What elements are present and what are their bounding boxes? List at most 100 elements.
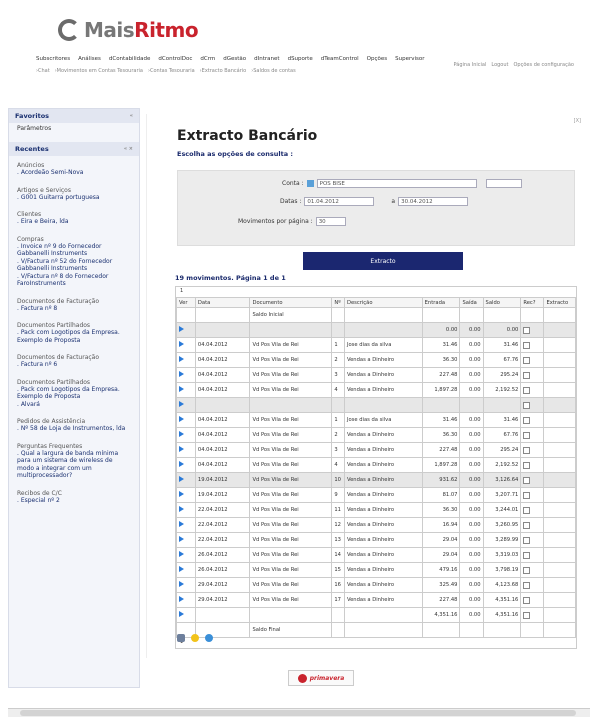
table-row[interactable]: 04.04.2012 Vd Pos Vila de Rei 3 Vendas a Di…	[176, 442, 576, 458]
rec-checkbox[interactable]	[523, 431, 531, 439]
mov-input[interactable]: 30	[315, 217, 346, 226]
recent-item[interactable]: . Nº 58 de Loja de Instrumentos, lda	[17, 425, 131, 433]
table-row[interactable]: 04.04.2012 Vd Pos Vila de Rei 2 Vendas a Di…	[176, 427, 576, 443]
rec-checkbox[interactable]	[523, 341, 531, 349]
flag-icon[interactable]	[179, 506, 184, 512]
nav-item[interactable]: dContabilidade	[109, 56, 151, 62]
conta-extra-input[interactable]	[485, 179, 522, 188]
horizontal-scrollbar[interactable]	[8, 708, 590, 717]
flag-icon[interactable]	[179, 611, 184, 617]
nav-item[interactable]: Supervisor	[395, 56, 424, 62]
rec-checkbox[interactable]	[523, 596, 531, 604]
table-row[interactable]: 19.04.2012 Vd Pos Vila de Rei 10 Vendas a D…	[176, 472, 576, 488]
table-row[interactable]: Saldo Inicial	[176, 307, 576, 323]
flag-icon[interactable]	[179, 521, 184, 527]
top-link[interactable]: Logout	[491, 62, 508, 68]
recent-item[interactable]: . Eira e Beira, lda	[17, 218, 131, 226]
recent-item[interactable]: . Alvará	[17, 401, 131, 409]
table-row[interactable]: 04.04.2012 Vd Pos Vila de Rei 1 Jose dias d…	[176, 337, 576, 353]
nav-item[interactable]: dControlDoc	[158, 56, 192, 62]
flag-icon[interactable]	[179, 461, 184, 467]
date-from-input[interactable]: 01.04.2012	[304, 197, 375, 206]
flag-icon[interactable]	[179, 371, 184, 377]
recent-item[interactable]: . Factura nº 6	[17, 361, 131, 369]
nav-item[interactable]: dTeamControl	[321, 56, 359, 62]
table-row[interactable]: 0.00 0.00 0.00	[176, 322, 576, 338]
nav-item[interactable]: dIntranet	[254, 56, 279, 62]
pager-bottom[interactable]: 1	[176, 638, 576, 648]
breadcrumb-item[interactable]: ›Movimentos em Contas Tesouraria	[55, 68, 143, 74]
rec-checkbox[interactable]	[523, 491, 531, 499]
rec-checkbox[interactable]	[523, 416, 531, 424]
recent-item[interactable]: Exemplo de Proposta	[17, 393, 131, 401]
rec-checkbox[interactable]	[523, 566, 531, 574]
recent-item[interactable]: . Pack com Logotipos da Empresa.	[17, 386, 131, 394]
flag-icon[interactable]	[179, 476, 184, 482]
table-row[interactable]: 04.04.2012 Vd Pos Vila de Rei 4 Vendas a Di…	[176, 382, 576, 398]
table-row[interactable]: 19.04.2012 Vd Pos Vila de Rei 9 Vendas a Di…	[176, 487, 576, 503]
flag-icon[interactable]	[179, 581, 184, 587]
nav-item[interactable]: Subscritores	[36, 56, 70, 62]
top-link[interactable]: Opções de configuração	[514, 62, 575, 68]
nav-item[interactable]: dSuporte	[288, 56, 313, 62]
account-lookup-icon[interactable]	[306, 180, 314, 187]
nav-item[interactable]: dCrm	[200, 56, 215, 62]
flag-icon[interactable]	[179, 446, 184, 452]
flag-icon[interactable]	[179, 326, 184, 332]
flag-icon[interactable]	[179, 386, 184, 392]
table-row[interactable]: 29.04.2012 Vd Pos Vila de Rei 16 Vendas a D…	[176, 577, 576, 593]
breadcrumb-item[interactable]: ›Saldos de contas	[251, 68, 296, 74]
breadcrumb-item[interactable]: ›Contas Tesouraria	[148, 68, 195, 74]
rec-checkbox[interactable]	[523, 536, 531, 544]
table-row[interactable]: 29.04.2012 Vd Pos Vila de Rei 17 Vendas a D…	[176, 592, 576, 608]
star-icon[interactable]	[191, 634, 199, 642]
top-link[interactable]: Página Inicial	[454, 62, 487, 68]
recent-item[interactable]: Exemplo de Proposta	[17, 337, 131, 345]
collapse-icon[interactable]: «	[130, 113, 133, 119]
table-row[interactable]: 26.04.2012 Vd Pos Vila de Rei 14 Vendas a D…	[176, 547, 576, 563]
table-row[interactable]: 26.04.2012 Vd Pos Vila de Rei 15 Vendas a D…	[176, 562, 576, 578]
table-row[interactable]: Saldo Final	[176, 622, 576, 638]
rec-checkbox[interactable]	[523, 386, 531, 394]
rec-checkbox[interactable]	[523, 551, 531, 559]
table-row[interactable]: 4,351.16 0.00 4,351.16	[176, 607, 576, 623]
rec-checkbox[interactable]	[523, 506, 531, 514]
recent-item[interactable]: . G001 Guitarra portuguesa	[17, 194, 131, 202]
rec-checkbox[interactable]	[523, 401, 531, 409]
recent-item[interactable]: . Pack com Logotipos da Empresa.	[17, 329, 131, 337]
table-row[interactable]: 04.04.2012 Vd Pos Vila de Rei 2 Vendas a Di…	[176, 352, 576, 368]
flag-icon[interactable]	[179, 491, 184, 497]
breadcrumb-item[interactable]: ›Chat	[36, 68, 50, 74]
rec-checkbox[interactable]	[523, 461, 531, 469]
table-row[interactable]: 22.04.2012 Vd Pos Vila de Rei 13 Vendas a D…	[176, 532, 576, 548]
breadcrumb-item[interactable]: ›Extracto Bancário	[200, 68, 247, 74]
conta-input[interactable]: POS BISE	[316, 179, 477, 188]
recent-item[interactable]: . Qual a largura de banda mínima para um…	[17, 450, 131, 480]
recent-item[interactable]: . Especial nº 2	[17, 497, 131, 505]
rec-checkbox[interactable]	[523, 326, 531, 334]
rec-checkbox[interactable]	[523, 476, 531, 484]
pager-top[interactable]: 1	[176, 287, 576, 297]
extracto-button[interactable]: Extracto	[303, 252, 463, 270]
table-row[interactable]: 22.04.2012 Vd Pos Vila de Rei 11 Vendas a D…	[176, 502, 576, 518]
flag-icon[interactable]	[179, 431, 184, 437]
favoritos-header[interactable]: Favoritos «	[9, 109, 139, 123]
recentes-header[interactable]: Recentes « ×	[9, 142, 139, 156]
table-row[interactable]: 04.04.2012 Vd Pos Vila de Rei 4 Vendas a Di…	[176, 457, 576, 473]
recent-item[interactable]: . V/Factura nº 52 do Fornecedor Gabbanel…	[17, 258, 131, 273]
table-row[interactable]: 04.04.2012 Vd Pos Vila de Rei 3 Vendas a Di…	[176, 367, 576, 383]
flag-icon[interactable]	[179, 341, 184, 347]
sidebar-item-parametros[interactable]: Parâmetros	[9, 123, 139, 138]
recent-item[interactable]: . Invoice nº 9 do Fornecedor Gabbanelli …	[17, 243, 131, 258]
flag-icon[interactable]	[179, 536, 184, 542]
flag-icon[interactable]	[179, 401, 184, 407]
help-icon[interactable]	[205, 634, 213, 642]
collapse-icon[interactable]: « ×	[124, 146, 133, 152]
rec-checkbox[interactable]	[523, 356, 531, 364]
table-row[interactable]: 04.04.2012 Vd Pos Vila de Rei 1 Jose dias d…	[176, 412, 576, 428]
table-row[interactable]: 22.04.2012 Vd Pos Vila de Rei 12 Vendas a D…	[176, 517, 576, 533]
rec-checkbox[interactable]	[523, 446, 531, 454]
table-row[interactable]	[176, 397, 576, 413]
recent-item[interactable]: . Factura nº 8	[17, 305, 131, 313]
rec-checkbox[interactable]	[523, 371, 531, 379]
